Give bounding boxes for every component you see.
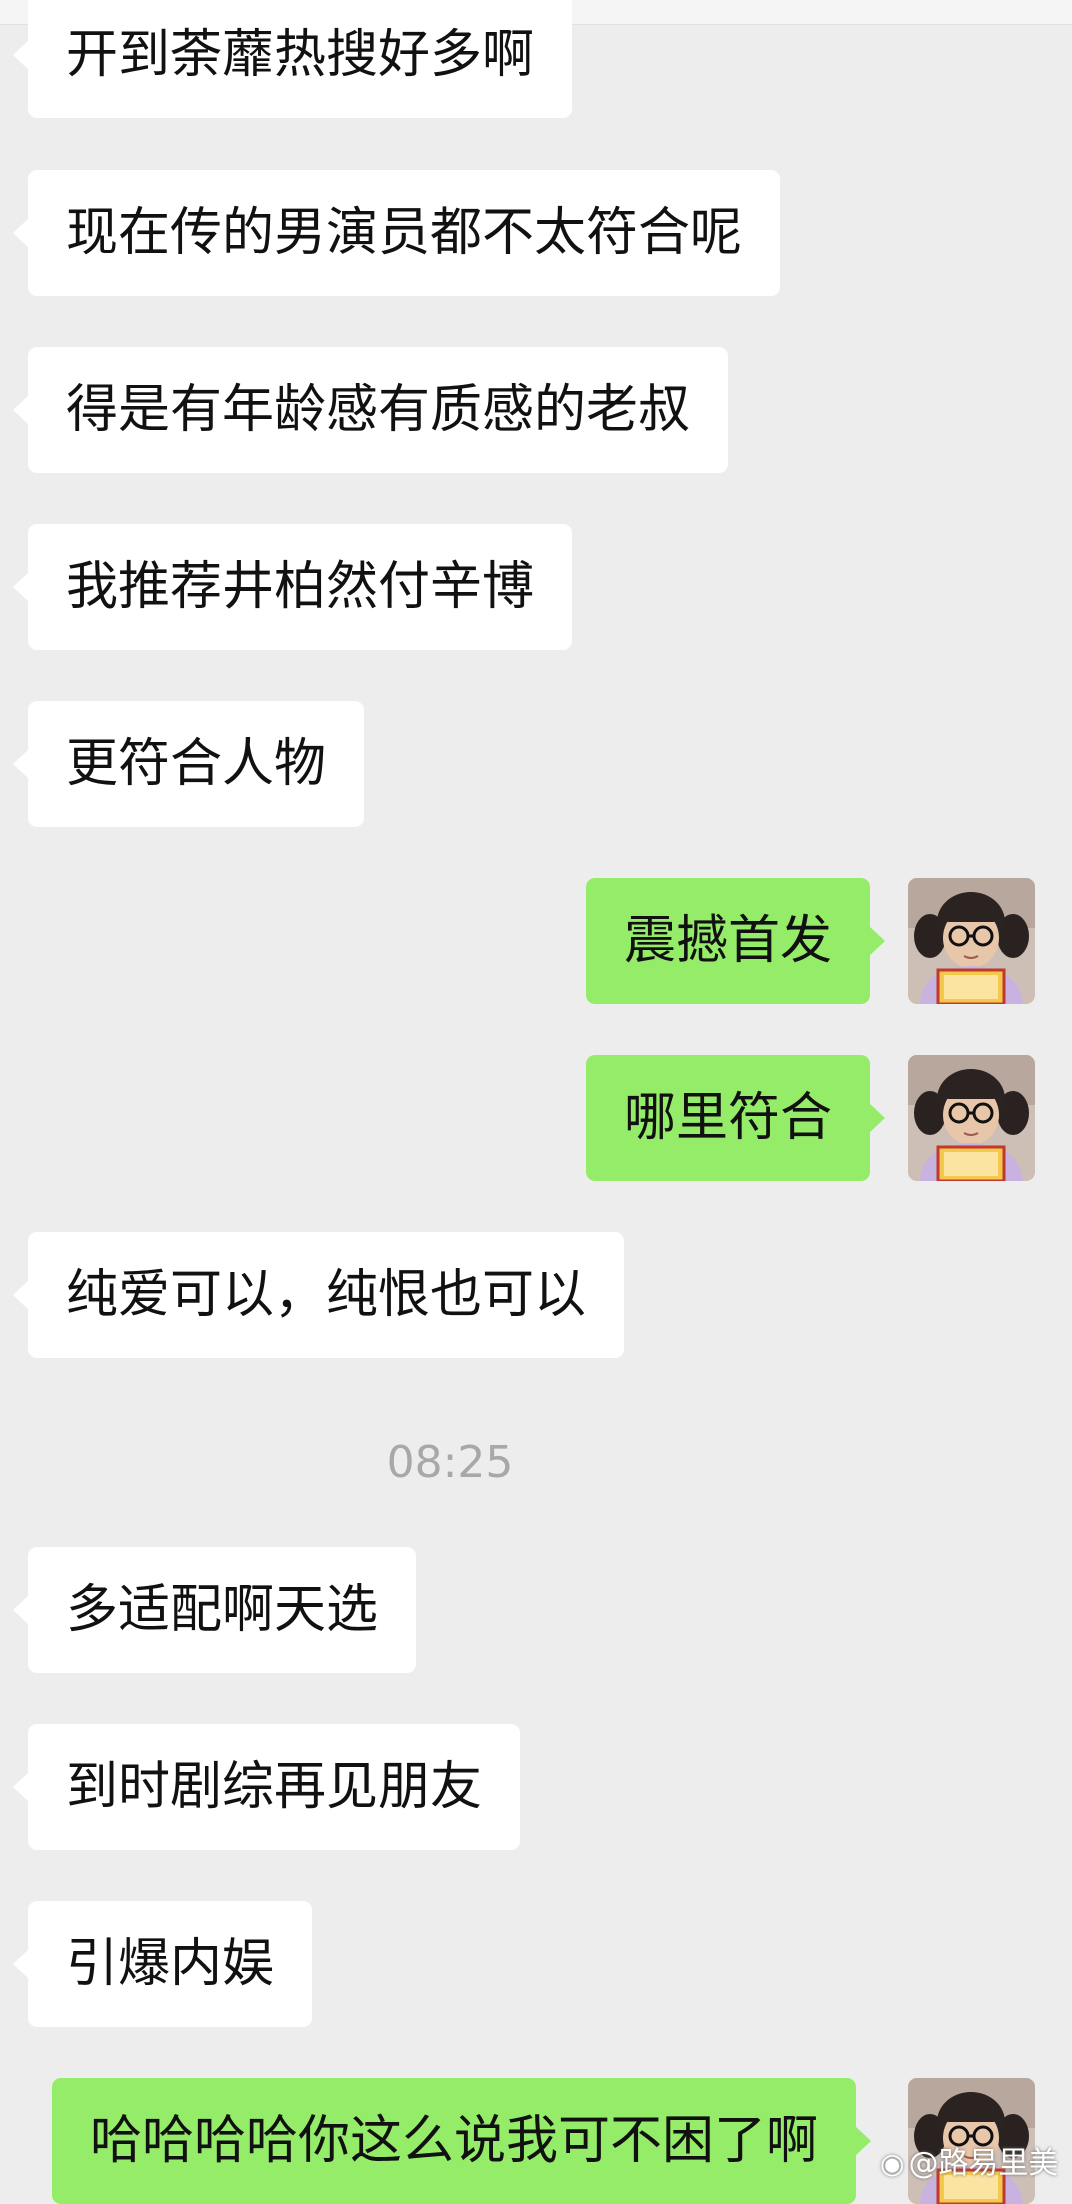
- message-bubble-received[interactable]: 引爆内娱: [12, 1901, 313, 2027]
- weibo-icon: ◉: [880, 2147, 905, 2180]
- message-bubble-received[interactable]: 更符合人物: [12, 701, 365, 827]
- avatar[interactable]: [908, 878, 1035, 1004]
- avatar-girl-glasses-icon: [908, 878, 1035, 1004]
- message-bubble-received[interactable]: 多适配啊天选: [12, 1547, 417, 1673]
- message-bubble-received[interactable]: 到时剧综再见朋友: [12, 1724, 521, 1850]
- message-bubble-sent[interactable]: 震撼首发: [586, 878, 886, 1004]
- message-bubble-received[interactable]: 现在传的男演员都不太符合呢: [12, 170, 781, 296]
- message-bubble-received[interactable]: 纯爱可以，纯恨也可以: [12, 1232, 625, 1358]
- avatar-girl-glasses-icon: [908, 1055, 1035, 1181]
- watermark-text: @路易里美: [908, 2146, 1059, 2181]
- message-bubble-sent[interactable]: 哈哈哈哈你这么说我可不困了啊: [52, 2078, 872, 2204]
- message-bubble-received[interactable]: 得是有年龄感有质感的老叔: [12, 347, 729, 473]
- message-bubble-received[interactable]: 我推荐井柏然付辛博: [12, 524, 573, 650]
- avatar[interactable]: [908, 1055, 1035, 1181]
- message-bubble-sent[interactable]: 哪里符合: [586, 1055, 886, 1181]
- chat-timestamp: 08:25: [386, 1437, 514, 1488]
- weibo-watermark: ◉ @路易里美: [880, 2142, 1058, 2186]
- message-bubble-received[interactable]: 开到荼蘼热搜好多啊: [12, 0, 573, 118]
